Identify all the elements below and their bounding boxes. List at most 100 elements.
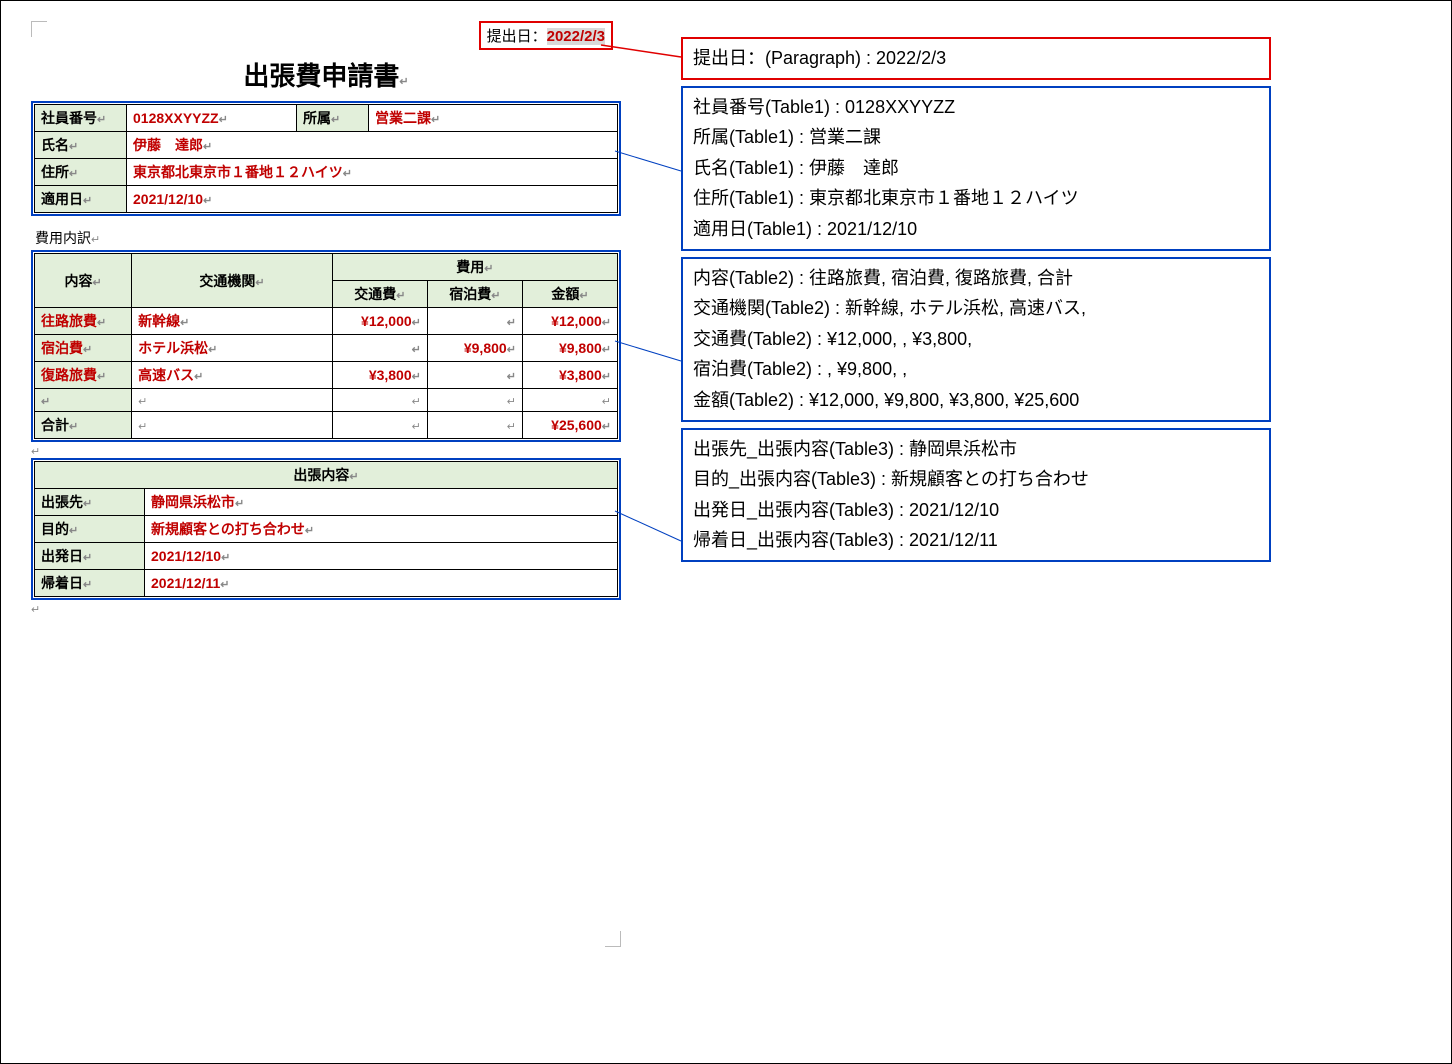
total-label: 合計↵: [35, 412, 132, 439]
sub-trans: 交通費↵: [332, 281, 427, 308]
table3: 出張内容↵ 出張先↵ 静岡県浜松市↵ 目的↵ 新規顧客との打ち合わせ↵ 出発日↵…: [34, 461, 618, 597]
apply-date-label: 適用日↵: [35, 186, 127, 213]
address-label: 住所↵: [35, 159, 127, 186]
cell-trans-cost: ↵: [332, 335, 427, 362]
cell-amount: ¥9,800↵: [522, 335, 617, 362]
annot-line: 社員番号(Table1) : 0128XXYYZZ: [693, 92, 1259, 123]
cell-amount: ¥12,000↵: [522, 308, 617, 335]
cell: ↵: [332, 412, 427, 439]
submit-label: 提出日：: [487, 28, 547, 45]
annot-paragraph-box: 提出日：(Paragraph) : 2022/2/3: [681, 37, 1271, 80]
sub-lodging: 宿泊費↵: [427, 281, 522, 308]
annot-line: 帰着日_出張内容(Table3) : 2021/12/11: [693, 525, 1259, 556]
table-row: 復路旅費↵ 高速バス↵ ¥3,800↵ ↵ ¥3,800↵: [35, 362, 618, 389]
dest-label: 出張先↵: [35, 489, 145, 516]
annot-line: 交通機関(Table2) : 新幹線, ホテル浜松, 高速バス,: [693, 293, 1259, 324]
purpose-label: 目的↵: [35, 516, 145, 543]
table2: 内容↵ 交通機関↵ 費用↵ 交通費↵ 宿泊費↵ 金額↵ 往路旅費↵ 新幹線↵ ¥…: [34, 253, 618, 439]
cell-lodging: ↵: [427, 389, 522, 412]
table-row: 宿泊費↵ ホテル浜松↵ ↵ ¥9,800↵ ¥9,800↵: [35, 335, 618, 362]
annot-line: 内容(Table2) : 往路旅費, 宿泊費, 復路旅費, 合計: [693, 263, 1259, 294]
dest-value: 静岡県浜松市↵: [145, 489, 618, 516]
address-value: 東京都北東京市１番地１２ハイツ↵: [127, 159, 618, 186]
table-row: 合計↵ ↵ ↵ ↵ ¥25,600↵: [35, 412, 618, 439]
annot-line: 宿泊費(Table2) : , ¥9,800, ,: [693, 354, 1259, 385]
submit-date: 2022/2/3: [547, 28, 605, 45]
cell-content: 往路旅費↵: [35, 308, 132, 335]
cell-transport: 新幹線↵: [132, 308, 333, 335]
return-label: 帰着日↵: [35, 570, 145, 597]
annot-line: 金額(Table2) : ¥12,000, ¥9,800, ¥3,800, ¥2…: [693, 385, 1259, 416]
table-row: 往路旅費↵ 新幹線↵ ¥12,000↵ ↵ ¥12,000↵: [35, 308, 618, 335]
title-text: 出張費申請書: [243, 61, 399, 91]
document-area: 提出日：2022/2/3 出張費申請書↵ 社員番号↵ 0128XXYYZZ↵ 所…: [31, 21, 621, 618]
cell-amount: ↵: [522, 389, 617, 412]
table-row: 適用日↵ 2021/12/10↵: [35, 186, 618, 213]
annot-line: 氏名(Table1) : 伊藤 達郎: [693, 153, 1259, 184]
annot-table3-box: 出張先_出張内容(Table3) : 静岡県浜松市 目的_出張内容(Table3…: [681, 428, 1271, 562]
cell-content: 宿泊費↵: [35, 335, 132, 362]
total-amount: ¥25,600↵: [522, 412, 617, 439]
table2-wrap: 内容↵ 交通機関↵ 費用↵ 交通費↵ 宿泊費↵ 金額↵ 往路旅費↵ 新幹線↵ ¥…: [31, 250, 621, 442]
annot-table2-box: 内容(Table2) : 往路旅費, 宿泊費, 復路旅費, 合計 交通機関(Ta…: [681, 257, 1271, 422]
name-value: 伊藤 達郎↵: [127, 132, 618, 159]
table-row: 社員番号↵ 0128XXYYZZ↵ 所属↵ 営業二課↵: [35, 105, 618, 132]
gap: ↵: [31, 442, 621, 458]
cell-trans-cost: ¥12,000↵: [332, 308, 427, 335]
annot-line: 提出日：(Paragraph) : 2022/2/3: [693, 43, 1259, 74]
page-canvas: 提出日：2022/2/3 出張費申請書↵ 社員番号↵ 0128XXYYZZ↵ 所…: [0, 0, 1452, 1064]
table-row: 目的↵ 新規顧客との打ち合わせ↵: [35, 516, 618, 543]
annot-line: 所属(Table1) : 営業二課: [693, 122, 1259, 153]
cell: ↵: [427, 412, 522, 439]
cell-amount: ¥3,800↵: [522, 362, 617, 389]
annotation-area: 提出日：(Paragraph) : 2022/2/3 社員番号(Table1) …: [681, 37, 1271, 568]
table-row: 氏名↵ 伊藤 達郎↵: [35, 132, 618, 159]
annot-line: 適用日(Table1) : 2021/12/10: [693, 214, 1259, 245]
cell-trans-cost: ¥3,800↵: [332, 362, 427, 389]
cell-content: ↵: [35, 389, 132, 412]
expense-section-label: 費用内訳↵: [35, 228, 621, 248]
table-row: 帰着日↵ 2021/12/11↵: [35, 570, 618, 597]
sub-amount: 金額↵: [522, 281, 617, 308]
submit-date-box: 提出日：2022/2/3: [479, 21, 613, 50]
submit-row: 提出日：2022/2/3: [31, 21, 621, 50]
table-row: 出張先↵ 静岡県浜松市↵: [35, 489, 618, 516]
cell: ↵: [132, 412, 333, 439]
page-corner-br: [605, 931, 621, 947]
end-marker: ↵: [31, 600, 621, 618]
dept-value: 営業二課↵: [369, 105, 618, 132]
cell-transport: ホテル浜松↵: [132, 335, 333, 362]
cell-content: 復路旅費↵: [35, 362, 132, 389]
table1-wrap: 社員番号↵ 0128XXYYZZ↵ 所属↵ 営業二課↵ 氏名↵ 伊藤 達郎↵ 住…: [31, 101, 621, 216]
cell-trans-cost: ↵: [332, 389, 427, 412]
table-row: 出発日↵ 2021/12/10↵: [35, 543, 618, 570]
annot-line: 交通費(Table2) : ¥12,000, , ¥3,800,: [693, 324, 1259, 355]
col-content: 内容↵: [35, 254, 132, 308]
table3-wrap: 出張内容↵ 出張先↵ 静岡県浜松市↵ 目的↵ 新規顧客との打ち合わせ↵ 出発日↵…: [31, 458, 621, 600]
emp-no-value: 0128XXYYZZ↵: [127, 105, 297, 132]
cell-lodging: ↵: [427, 308, 522, 335]
dept-label: 所属↵: [297, 105, 369, 132]
annot-line: 出発日_出張内容(Table3) : 2021/12/10: [693, 495, 1259, 526]
cell-transport: ↵: [132, 389, 333, 412]
table-row: 内容↵ 交通機関↵ 費用↵: [35, 254, 618, 281]
depart-label: 出発日↵: [35, 543, 145, 570]
annot-line: 出張先_出張内容(Table3) : 静岡県浜松市: [693, 434, 1259, 465]
cell-lodging: ¥9,800↵: [427, 335, 522, 362]
table-row: ↵ ↵ ↵ ↵ ↵: [35, 389, 618, 412]
annot-line: 目的_出張内容(Table3) : 新規顧客との打ち合わせ: [693, 464, 1259, 495]
cell-transport: 高速バス↵: [132, 362, 333, 389]
col-transport: 交通機関↵: [132, 254, 333, 308]
table1: 社員番号↵ 0128XXYYZZ↵ 所属↵ 営業二課↵ 氏名↵ 伊藤 達郎↵ 住…: [34, 104, 618, 213]
name-label: 氏名↵: [35, 132, 127, 159]
apply-date-value: 2021/12/10↵: [127, 186, 618, 213]
purpose-value: 新規顧客との打ち合わせ↵: [145, 516, 618, 543]
return-value: 2021/12/11↵: [145, 570, 618, 597]
emp-no-label: 社員番号↵: [35, 105, 127, 132]
depart-value: 2021/12/10↵: [145, 543, 618, 570]
document-title: 出張費申請書↵: [31, 56, 621, 93]
paragraph-marker-icon: ↵: [399, 76, 408, 88]
col-cost: 費用↵: [332, 254, 617, 281]
table-row: 出張内容↵: [35, 462, 618, 489]
cell-lodging: ↵: [427, 362, 522, 389]
